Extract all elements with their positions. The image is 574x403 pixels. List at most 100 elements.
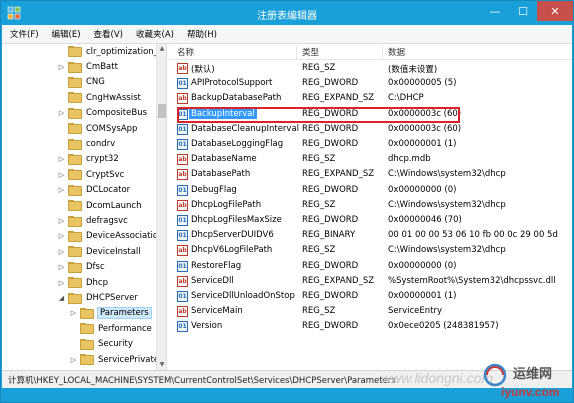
tree-expander-icon[interactable]: ▷ [69,356,78,364]
tree-item[interactable]: ▷ DeviceInstall [57,244,141,259]
tree-expander-icon[interactable]: ◢ [57,294,66,302]
tree-item[interactable]: clr_optimization_v [57,44,163,59]
value-name: Version [191,321,223,332]
binary-value-icon: 01 [177,230,188,242]
tree-item[interactable]: ◢ DHCPServer [57,290,138,305]
tree-item-label: defragsvc [86,216,128,227]
list-row[interactable]: 01 DhcpServerDUIDV6 REG_BINARY 00 01 00 00 … [169,228,572,243]
value-name: DatabasePath [191,169,251,180]
tree-item-label: CngHwAssist [86,92,141,103]
value-list[interactable]: 名称 类型 数据 ab (默认) REG_SZ (数值未设置) 01 APIProtoco… [169,44,572,370]
tree-item[interactable]: ▷ ServicePrivateD [69,352,166,367]
tree-item[interactable]: ▷ Dhcp [57,275,108,290]
value-name: ServiceDllUnloadOnStop [191,291,295,301]
tree-item[interactable]: ▷ DeviceAssociation [57,229,163,244]
tree-item[interactable]: condrv [57,136,115,151]
string-value-icon: ab [177,199,188,211]
minimize-button[interactable]: — [481,1,509,21]
tree-expander-icon[interactable]: ▷ [57,232,66,240]
list-row[interactable]: 01 DatabaseCleanupInterval REG_DWORD 0x0000… [169,122,572,137]
tree-item[interactable]: ▷ CryptSvc [57,167,124,182]
tree-expander-icon[interactable]: ▷ [57,217,66,225]
column-name-header[interactable]: 名称 [177,46,194,59]
tree-item[interactable]: COMSysApp [57,121,137,136]
menu-favorites[interactable]: 收藏夹(A) [136,28,174,40]
tree-expander-icon[interactable]: ▷ [57,248,66,256]
list-row[interactable]: 01 DhcpLogFilesMaxSize REG_DWORD 0x00000046… [169,213,572,228]
maximize-button[interactable]: ☐ [509,1,537,21]
string-value-icon: ab [177,93,188,105]
menu-help[interactable]: 帮助(H) [187,28,217,40]
value-data: ServiceEntry [388,306,443,317]
column-data-header[interactable]: 数据 [388,46,405,59]
tree-item[interactable]: Security [69,337,133,352]
folder-icon [68,230,82,242]
value-name: BackupDatabasePath [191,93,282,104]
tree-item[interactable]: ▷ crypt32 [57,152,119,167]
tree-item-label: Dfsc [86,262,105,273]
tree-item[interactable]: Performance [69,321,152,336]
folder-icon [80,323,94,335]
list-row[interactable]: ab DatabasePath REG_EXPAND_SZ C:\Windows\sy… [169,167,572,182]
value-name: (默认) [191,65,215,75]
tree-item-label: CryptSvc [86,169,125,180]
tree-expander-icon[interactable]: ▷ [57,186,66,194]
list-row[interactable]: 01 Version REG_DWORD 0x0ece0205 (248381957) [169,319,572,334]
tree-expander-icon[interactable]: ▷ [57,171,66,179]
list-row[interactable]: 01 DatabaseLoggingFlag REG_DWORD 0x00000001… [169,137,572,152]
value-name: ServiceDll [191,275,234,286]
tree-expander-icon[interactable]: ▷ [57,155,66,163]
list-row[interactable]: ab BackupDatabasePath REG_EXPAND_SZ C:\DHCP [169,91,572,106]
menu-file[interactable]: 文件(F) [10,28,39,40]
tree-expander-icon[interactable]: ▷ [57,263,66,271]
value-name: DhcpLogFilePath [191,199,262,210]
list-row[interactable]: ab ServiceMain REG_SZ ServiceEntry [169,304,572,319]
column-separator[interactable] [296,45,297,59]
folder-icon [68,184,82,196]
tree-expander-icon[interactable]: ▷ [57,109,66,117]
list-row[interactable]: 01 ServiceDllUnloadOnStop REG_DWORD 0x00000… [169,289,572,304]
list-row[interactable]: ab DatabaseName REG_SZ dhcp.mdb [169,152,572,167]
tree-expander-icon[interactable]: ▷ [69,309,78,317]
list-row[interactable]: ab ServiceDll REG_EXPAND_SZ %SystemRoot%\Sy… [169,274,572,289]
list-row[interactable]: ab DhcpV6LogFilePath REG_SZ C:\Windows\syst… [169,243,572,258]
list-row[interactable]: 01 RestoreFlag REG_DWORD 0x00000000 (0) [169,259,572,274]
tree-item[interactable]: ▷ CompositeBus [57,106,147,121]
menu-edit[interactable]: 编辑(E) [52,28,81,40]
string-value-icon: ab [177,169,188,181]
title-bar[interactable]: 注册表编辑器 — ☐ ✕ [1,1,573,25]
tree-item[interactable]: ▷ Dfsc [57,260,105,275]
string-value-icon: ab [177,63,188,74]
value-data: 0x0ece0205 (248381957) [388,321,499,332]
tree-item[interactable]: DcomLaunch [57,198,141,213]
value-data: 0x00000000 (0) [388,184,457,195]
key-tree[interactable]: disk▷ServicePrivateDSecurityPerformance▷… [2,44,167,370]
tree-item-label: Performance [98,323,152,334]
tree-item-label: DcomLaunch [86,200,142,211]
value-data: C:\Windows\system32\dhcp [388,199,506,210]
folder-icon [68,138,82,150]
tree-scrollbar[interactable]: ▲ ▼ [156,44,166,370]
tree-item[interactable]: CNG [57,75,105,90]
value-type: REG_SZ [302,154,336,165]
tree-expander-icon[interactable]: ▷ [57,279,66,287]
list-row[interactable]: ab DhcpLogFilePath REG_SZ C:\Windows\system… [169,198,572,213]
tree-scroll-thumb[interactable] [158,104,166,118]
tree-expander-icon[interactable]: ▷ [57,63,66,71]
scroll-down-arrow-icon[interactable]: ▼ [157,360,166,370]
tree-item[interactable]: ▷ DCLocator [57,183,130,198]
value-type: REG_DWORD [302,321,359,332]
list-row[interactable]: ab (默认) REG_SZ (数值未设置) [169,61,572,76]
menu-view[interactable]: 查看(V) [94,28,123,40]
scroll-up-arrow-icon[interactable]: ▲ [157,44,166,54]
column-type-header[interactable]: 类型 [302,46,319,59]
tree-item[interactable]: CngHwAssist [57,90,141,105]
list-row[interactable]: 01 APIProtocolSupport REG_DWORD 0x00000005 … [169,76,572,91]
column-separator[interactable] [382,45,383,59]
tree-item[interactable]: ▷ CmBatt [57,59,118,74]
red-annotation-box [177,107,460,123]
tree-item[interactable]: ▷ defragsvc [57,213,128,228]
tree-item[interactable]: ▷ Parameters [69,306,152,321]
close-button[interactable]: ✕ [537,1,573,21]
list-row[interactable]: 01 DebugFlag REG_DWORD 0x00000000 (0) [169,183,572,198]
